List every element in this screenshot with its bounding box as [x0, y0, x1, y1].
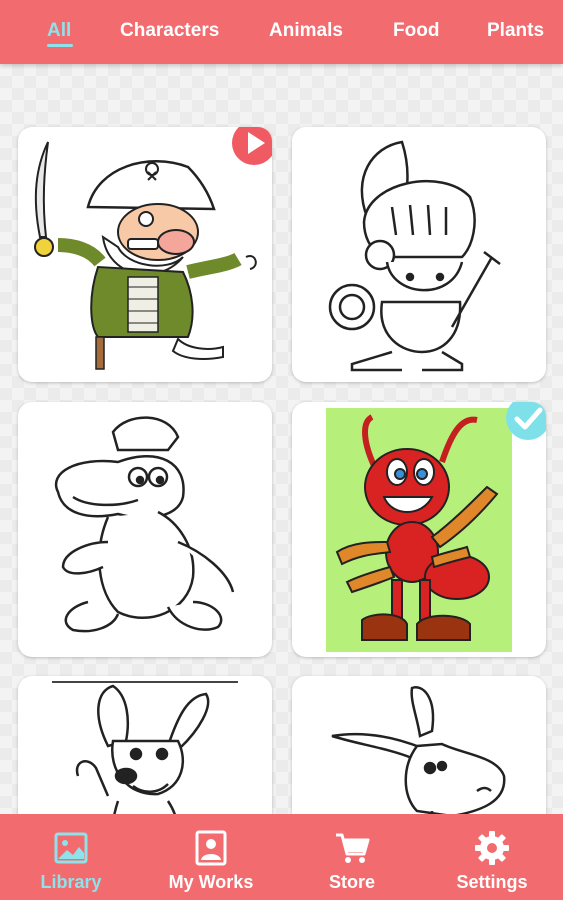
donkey-drawing	[331, 686, 506, 814]
category-tab-bar: All Characters Animals Food Plants	[0, 0, 563, 64]
coloring-card-dog[interactable]	[18, 676, 272, 814]
gear-icon	[475, 831, 509, 865]
active-tab-indicator	[47, 44, 73, 47]
portrait-icon	[195, 830, 227, 866]
nav-store-label: Store	[328, 872, 375, 892]
knight-drawing	[328, 140, 501, 372]
pirate-drawing	[34, 141, 257, 370]
coloring-card-knight[interactable]	[292, 127, 546, 382]
nav-settings[interactable]: Settings	[422, 814, 562, 900]
nav-library-label: Library	[40, 872, 102, 892]
play-icon[interactable]	[232, 127, 272, 165]
nav-my-works[interactable]: My Works	[141, 814, 281, 900]
tab-plants[interactable]: Plants	[487, 20, 544, 42]
tab-all[interactable]: All	[47, 20, 71, 42]
check-icon[interactable]	[506, 402, 546, 440]
coloring-card-donkey[interactable]	[292, 676, 546, 814]
coloring-card-ant[interactable]	[292, 402, 546, 657]
tab-food[interactable]: Food	[393, 20, 439, 42]
library-grid[interactable]	[0, 64, 563, 814]
tab-characters[interactable]: Characters	[120, 20, 219, 42]
coloring-card-crocodile[interactable]	[18, 402, 272, 657]
coloring-card-pirate[interactable]	[18, 127, 272, 382]
cart-icon	[336, 833, 370, 863]
nav-my-works-label: My Works	[168, 872, 254, 892]
bottom-navigation: Library My Works Store Settings	[0, 814, 563, 900]
nav-library[interactable]: Library	[1, 814, 141, 900]
nav-store[interactable]: Store	[282, 814, 422, 900]
ant-drawing	[326, 408, 512, 652]
nav-settings-label: Settings	[456, 872, 528, 892]
dog-drawing	[52, 681, 238, 814]
image-icon	[54, 832, 88, 864]
crocodile-drawing	[54, 416, 235, 633]
tab-animals[interactable]: Animals	[269, 20, 343, 42]
